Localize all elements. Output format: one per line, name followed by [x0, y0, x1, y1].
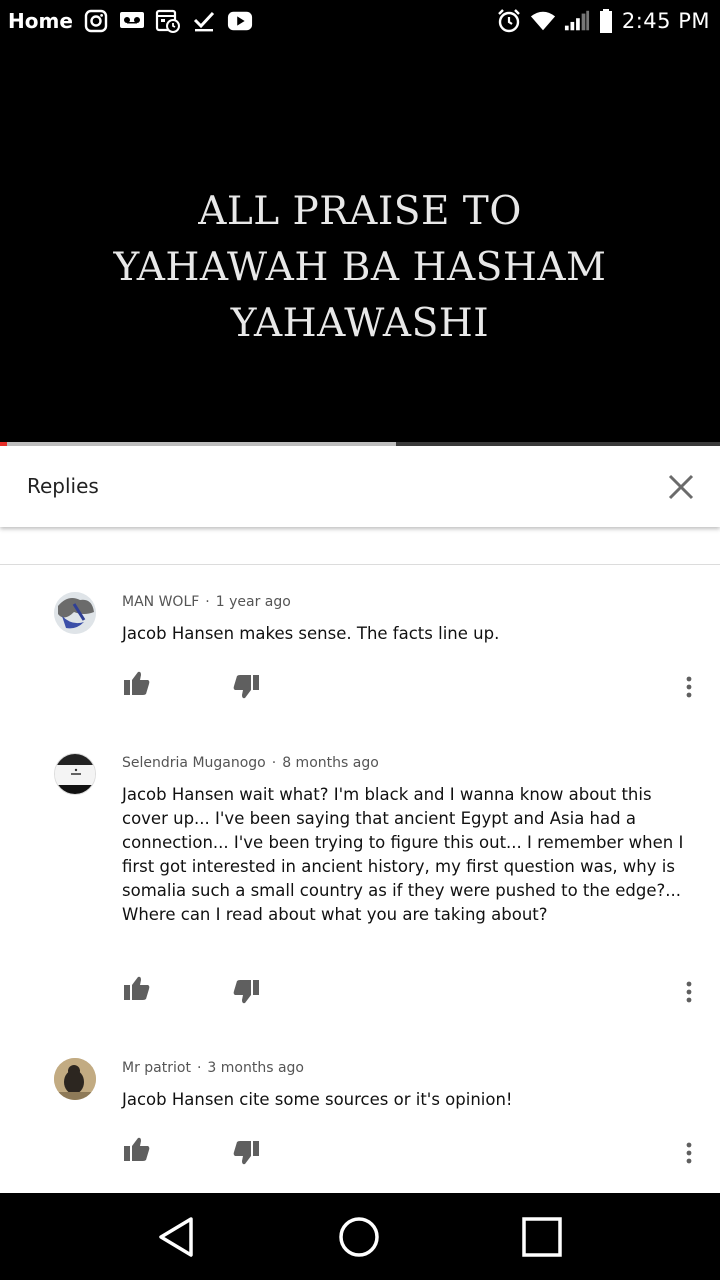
replies-panel: Replies MAN WOLF · 1 year ago Jacob Hansen… [0, 446, 720, 1193]
alarm-icon [496, 8, 522, 34]
thumbs-down-icon[interactable] [231, 1138, 261, 1168]
comment-time: 3 months ago [207, 1060, 304, 1076]
comment-text: Jacob Hansen wait what? I'm black and I … [122, 785, 684, 924]
thumbs-down-icon[interactable] [231, 672, 261, 702]
more-options-icon[interactable] [676, 977, 702, 1007]
thumbs-down-icon[interactable] [231, 977, 261, 1007]
comment-meta: Mr patriot · 3 months ago [122, 1060, 304, 1076]
clock: 2:45 PM [621, 9, 710, 33]
home-label: Home [8, 9, 73, 33]
status-left: Home [8, 6, 253, 36]
home-icon[interactable] [335, 1213, 383, 1261]
instagram-icon [83, 8, 109, 34]
more-options-icon[interactable] [676, 672, 702, 702]
divider [0, 564, 720, 565]
thumbs-up-icon[interactable] [122, 1134, 152, 1164]
close-icon[interactable] [666, 472, 696, 502]
status-right: 2:45 PM [496, 6, 710, 36]
youtube-icon [227, 8, 253, 34]
battery-icon [598, 8, 614, 34]
replies-header: Replies [0, 446, 720, 527]
thumbs-up-icon[interactable] [122, 668, 152, 698]
back-icon[interactable] [152, 1213, 200, 1261]
more-options-icon[interactable] [676, 1138, 702, 1168]
avatar[interactable] [54, 753, 96, 795]
comment-author[interactable]: MAN WOLF [122, 594, 199, 610]
video-title-line: YAHAWASHI [230, 301, 490, 346]
video-title-card: ALL PRAISE TO YAHAWAH BA HASHAM YAHAWASH… [0, 184, 720, 352]
comment-text: Jacob Hansen makes sense. The facts line… [122, 624, 500, 643]
check-download-icon [191, 8, 217, 34]
video-title-line: ALL PRAISE TO [198, 189, 522, 234]
avatar[interactable] [54, 1058, 96, 1100]
status-bar: Home 2:45 PM [0, 0, 720, 42]
comment-text: Jacob Hansen cite some sources or it's o… [122, 1090, 513, 1109]
comment-meta: Selendria Muganogo · 8 months ago [122, 755, 379, 771]
video-title-line: YAHAWAH BA HASHAM [113, 245, 607, 290]
video-player[interactable]: ALL PRAISE TO YAHAWAH BA HASHAM YAHAWASH… [0, 42, 720, 442]
recents-icon[interactable] [518, 1213, 566, 1261]
comment-author[interactable]: Selendria Muganogo [122, 755, 266, 771]
comment-meta: MAN WOLF · 1 year ago [122, 594, 291, 610]
avatar[interactable] [54, 592, 96, 634]
wifi-icon [530, 8, 556, 34]
comment-time: 1 year ago [215, 594, 291, 610]
replies-title: Replies [27, 474, 99, 498]
navigation-bar [0, 1193, 720, 1280]
comment-author[interactable]: Mr patriot [122, 1060, 191, 1076]
calendar-icon [155, 8, 181, 34]
comment-time: 8 months ago [282, 755, 379, 771]
voicemail-icon [119, 8, 145, 34]
thumbs-up-icon[interactable] [122, 973, 152, 1003]
signal-icon [564, 8, 590, 34]
